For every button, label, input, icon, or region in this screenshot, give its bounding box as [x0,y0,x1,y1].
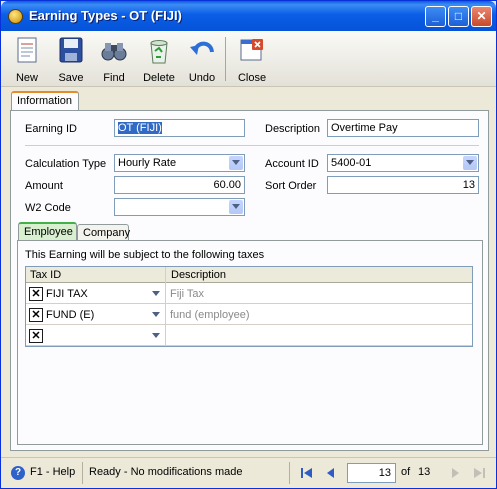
grid-header: Tax ID Description [26,267,472,283]
recycle-bin-icon [150,40,168,64]
binoculars-icon [101,43,127,61]
help-icon[interactable]: ? [11,466,25,480]
calculation-type-value: Hourly Rate [118,157,177,169]
toolbar-separator [225,37,226,81]
last-record-icon[interactable] [471,465,487,481]
table-row[interactable]: ✕ [26,326,472,346]
record-number-field[interactable]: 13 [347,463,396,483]
previous-record-icon[interactable] [323,465,339,481]
amount-label: Amount [25,180,63,192]
chevron-down-icon[interactable] [229,156,243,170]
first-record-icon[interactable] [299,465,315,481]
toolbar: New Save Find Delete Undo Close [1,31,496,87]
save-button[interactable]: Save [50,33,92,85]
chevron-down-icon[interactable] [149,308,163,322]
amount-field[interactable]: 60.00 [114,176,245,194]
taxes-intro-text: This Earning will be subject to the foll… [25,249,265,261]
description-label: Description [265,123,321,135]
tax-id-cell[interactable]: FIJI TAX [46,288,88,300]
column-description[interactable]: Description [171,269,226,281]
tab-information[interactable]: Information [11,91,79,111]
table-row[interactable]: ✕ FIJI TAX Fiji Tax [26,284,472,304]
chevron-down-icon[interactable] [149,287,163,301]
new-label: New [15,72,38,84]
maximize-button[interactable]: □ [448,6,469,27]
remove-row-icon[interactable]: ✕ [29,308,43,322]
tax-grid: Tax ID Description ✕ FIJI TAX Fiji Tax ✕… [25,266,473,347]
calculation-type-label: Calculation Type [25,158,107,170]
close-form-icon [240,39,263,61]
close-label: Close [237,72,267,84]
earning-types-window: Earning Types - OT (FIJI) _ □ ✕ New Save [0,0,497,489]
help-text[interactable]: F1 - Help [30,466,75,478]
earning-id-field[interactable]: OT (FIJI) [114,119,245,137]
minimize-button[interactable]: _ [425,6,446,27]
description-cell: Fiji Tax [170,288,205,300]
calculation-type-select[interactable]: Hourly Rate [114,154,245,172]
record-total: 13 [418,466,431,478]
earning-id-value: OT (FIJI) [118,122,162,134]
of-label: of [401,466,411,478]
status-message: Ready - No modifications made [89,466,243,478]
table-row[interactable]: ✕ FUND (E) fund (employee) [26,305,472,325]
chevron-down-icon[interactable] [463,156,477,170]
delete-button[interactable]: Delete [138,33,180,85]
sort-order-label: Sort Order [265,180,317,192]
status-separator [82,462,83,484]
column-tax-id[interactable]: Tax ID [30,269,61,281]
title-bar: Earning Types - OT (FIJI) _ □ ✕ [1,1,496,31]
new-document-icon [17,37,37,63]
sort-order-field[interactable]: 13 [327,176,479,194]
window-title: Earning Types - OT (FIJI) [29,8,182,23]
floppy-disk-icon [59,37,83,63]
tax-id-cell[interactable]: FUND (E) [46,309,94,321]
undo-button[interactable]: Undo [181,33,223,85]
chevron-down-icon[interactable] [229,200,243,214]
tab-employee[interactable]: Employee [18,222,77,240]
account-id-select[interactable]: 5400-01 [327,154,479,172]
chevron-down-icon[interactable] [149,329,163,343]
w2-code-label: W2 Code [25,202,71,214]
description-field[interactable]: Overtime Pay [327,119,479,137]
app-icon [8,9,23,24]
earning-id-label: Earning ID [25,123,77,135]
status-separator [289,462,290,484]
account-id-value: 5400-01 [331,157,372,169]
undo-label: Undo [188,72,216,84]
status-bar: ? F1 - Help Ready - No modifications mad… [1,457,496,488]
w2-code-select[interactable] [114,198,245,216]
form-divider [25,145,479,146]
new-button[interactable]: New [6,33,48,85]
description-cell: fund (employee) [170,309,250,321]
close-button[interactable]: Close [231,33,273,85]
remove-row-icon[interactable]: ✕ [29,287,43,301]
undo-arrow-icon [190,41,214,55]
remove-row-icon[interactable]: ✕ [29,329,43,343]
close-window-button[interactable]: ✕ [471,6,492,27]
save-label: Save [58,72,84,84]
find-button[interactable]: Find [93,33,135,85]
next-record-icon[interactable] [447,465,463,481]
find-label: Find [103,72,125,84]
account-id-label: Account ID [265,158,319,170]
delete-label: Delete [143,72,175,84]
